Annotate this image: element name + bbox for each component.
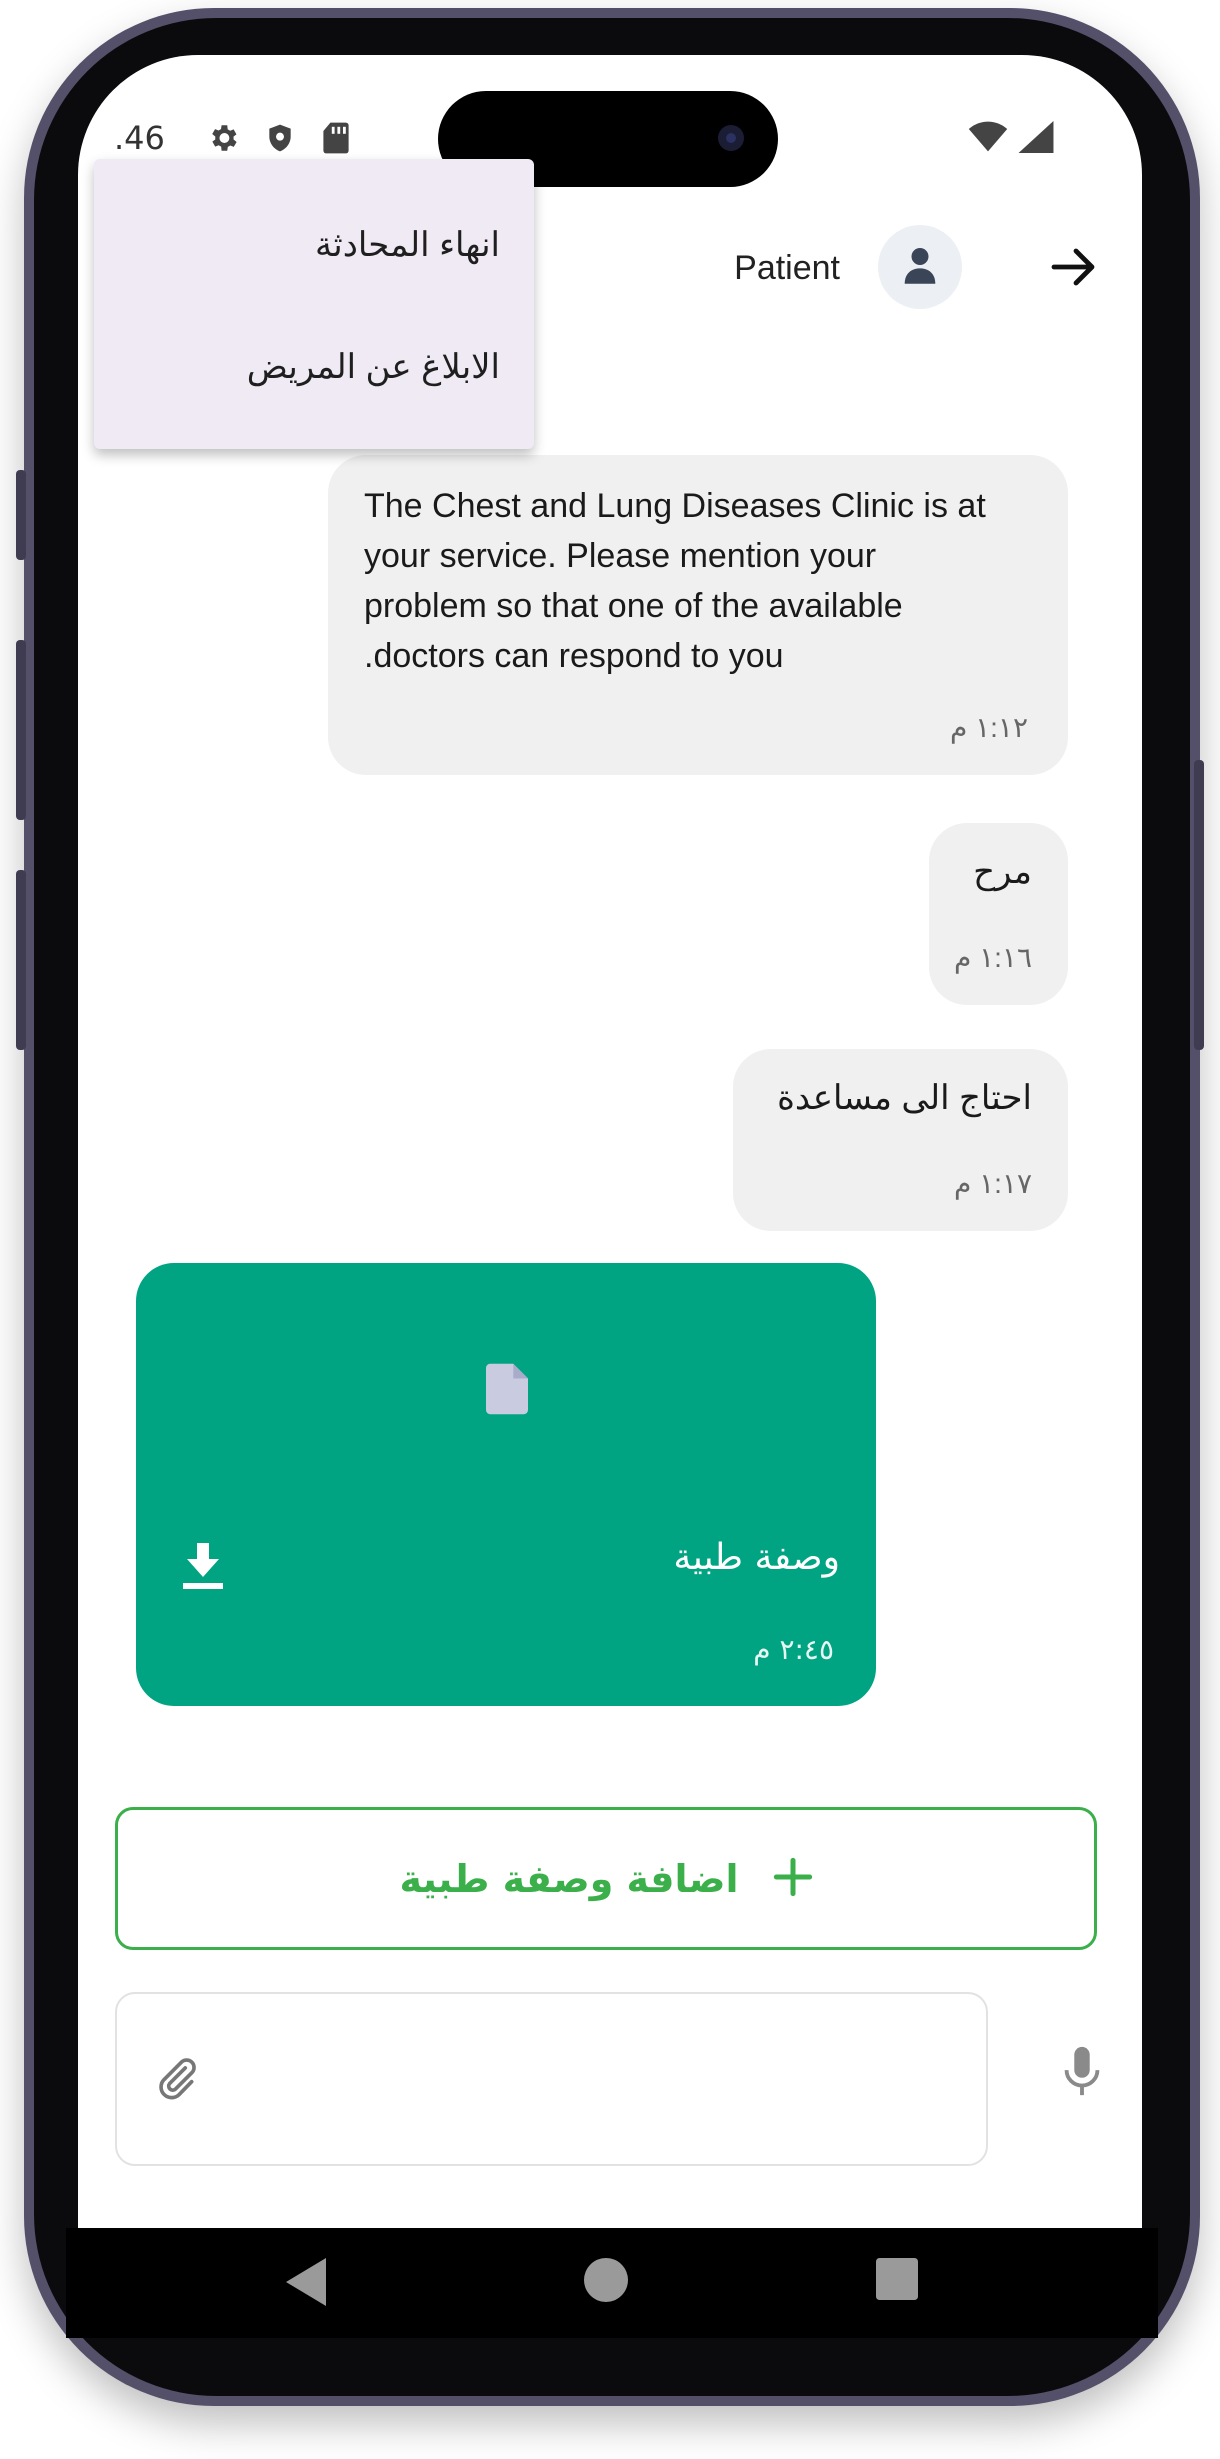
add-prescription-button[interactable]: اضافة وصفة طبية <box>115 1807 1097 1950</box>
recents-square-icon[interactable] <box>876 2258 918 2304</box>
attach-icon[interactable] <box>155 2056 199 2104</box>
download-icon[interactable] <box>182 1543 224 1595</box>
message-bubble-1: The Chest and Lung Diseases Clinic is at… <box>328 455 1068 775</box>
message-time: ١:١٧ م <box>953 1168 1032 1199</box>
app-screen: .46 Patient The Chest and Lung Diseases … <box>78 55 1142 2230</box>
message-text-line: .doctors can respond to you <box>364 637 784 675</box>
message-text: مرح <box>973 853 1032 891</box>
arrow-right-icon[interactable] <box>1050 245 1098 293</box>
message-input[interactable] <box>115 1992 988 2166</box>
message-bubble-3: احتاج الى مساعدة ١:١٧ م <box>733 1049 1068 1231</box>
plus-icon <box>773 1857 813 1901</box>
wifi-icon <box>968 121 1008 157</box>
status-time: .46 <box>114 119 165 157</box>
menu-item-report-patient[interactable]: الابلاغ عن المريض <box>247 347 500 387</box>
message-text-line: your service. Please mention your <box>364 537 877 575</box>
back-triangle-icon[interactable] <box>286 2258 326 2310</box>
avatar[interactable] <box>878 225 962 309</box>
home-circle-icon[interactable] <box>584 2258 628 2306</box>
user-icon <box>903 246 937 288</box>
side-button-left-2 <box>16 640 26 820</box>
shield-icon <box>264 121 296 159</box>
side-button-left-1 <box>16 470 26 560</box>
message-text: احتاج الى مساعدة <box>777 1079 1032 1117</box>
side-button-right <box>1194 760 1204 1050</box>
settings-icon <box>206 121 240 159</box>
file-message-card[interactable]: وصفة طبية ٢:٤٥ م <box>136 1263 876 1706</box>
camera-lens <box>718 125 744 151</box>
message-time: ١:١٢ م <box>949 712 1028 743</box>
system-nav-bar <box>66 2228 1158 2338</box>
add-prescription-label: اضافة وصفة طبية <box>399 1856 739 1901</box>
file-title: وصفة طبية <box>673 1537 840 1578</box>
message-time: ١:١٦ م <box>953 942 1032 973</box>
sd-card-icon <box>322 121 350 159</box>
file-time: ٢:٤٥ م <box>753 1633 834 1666</box>
message-text-line: The Chest and Lung Diseases Clinic is at <box>364 487 986 525</box>
options-menu: انهاء المحادثة الابلاغ عن المريض <box>94 159 534 449</box>
patient-name: Patient <box>734 249 840 287</box>
message-bubble-2: مرح ١:١٦ م <box>929 823 1068 1005</box>
file-icon <box>486 1363 528 1419</box>
side-button-left-3 <box>16 870 26 1050</box>
menu-item-end-chat[interactable]: انهاء المحادثة <box>315 225 500 265</box>
mic-icon[interactable] <box>1062 2045 1102 2103</box>
message-text-line: problem so that one of the available <box>364 587 903 625</box>
signal-icon <box>1018 121 1054 157</box>
